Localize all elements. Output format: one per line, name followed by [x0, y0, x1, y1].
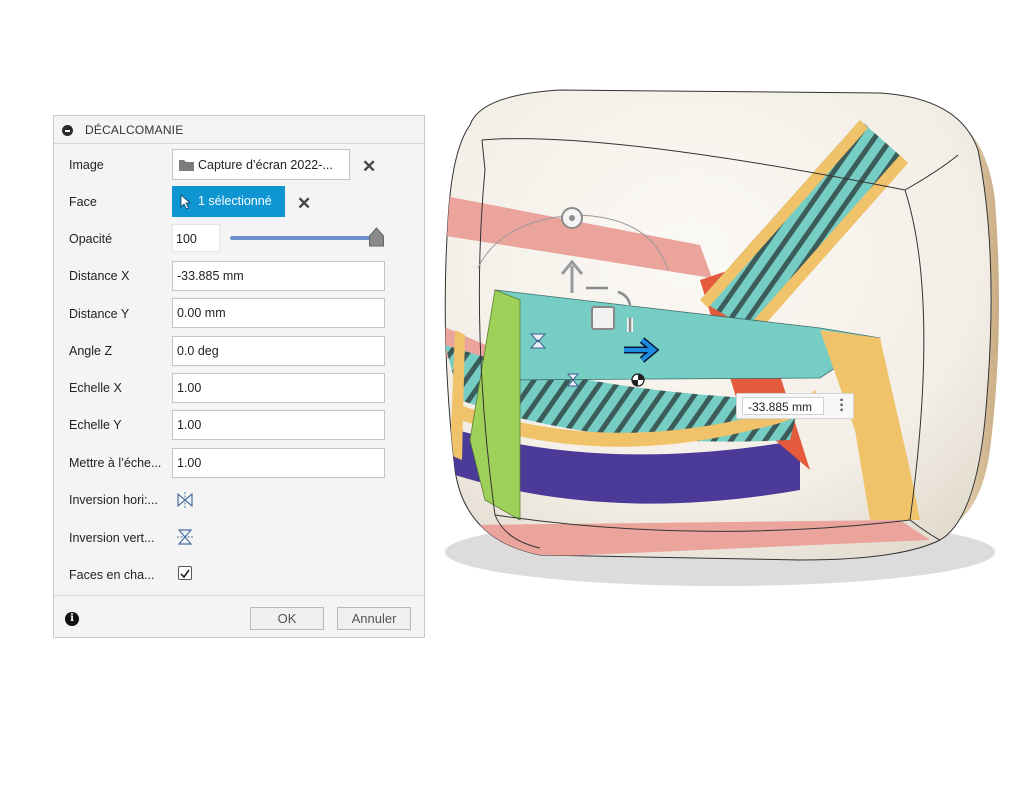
- distance-x-label: Distance X: [69, 269, 130, 283]
- flip-horizontal-label: Inversion hori:...: [69, 493, 158, 507]
- image-label: Image: [69, 158, 104, 172]
- checkmark-icon: [180, 569, 190, 579]
- ok-button[interactable]: OK: [250, 607, 324, 630]
- cancel-button[interactable]: Annuler: [337, 607, 411, 630]
- image-select-field[interactable]: Capture d’écran 2022-...: [172, 149, 350, 180]
- face-selection-text: 1 sélectionné: [198, 194, 272, 208]
- dimension-input-popup: -33.885 mm · · ·: [736, 393, 854, 419]
- opacity-slider-track[interactable]: [230, 236, 378, 240]
- face-selection-button[interactable]: 1 sélectionné: [172, 186, 285, 217]
- scale-y-input[interactable]: 1.00: [172, 410, 385, 440]
- distance-x-input[interactable]: -33.885 mm: [172, 261, 385, 291]
- scale-y-label: Echelle Y: [69, 418, 122, 432]
- dimension-value-field[interactable]: -33.885 mm: [742, 397, 824, 415]
- flip-vertical-label: Inversion vert...: [69, 531, 155, 545]
- fit-scale-input[interactable]: 1.00: [172, 448, 385, 478]
- dialog-header: DÉCALCOMANIE: [54, 116, 424, 144]
- image-filename: Capture d’écran 2022-...: [198, 158, 333, 172]
- flip-vertical-icon[interactable]: [175, 527, 195, 547]
- opacity-label: Opacité: [69, 232, 113, 246]
- opacity-slider-thumb[interactable]: [368, 227, 385, 247]
- distance-y-input[interactable]: 0.00 mm: [172, 298, 385, 328]
- collapse-icon[interactable]: [62, 125, 73, 136]
- decal-dialog: DÉCALCOMANIE Image Capture d’écran 2022-…: [53, 115, 425, 638]
- chain-faces-label: Faces en cha...: [69, 568, 155, 582]
- dialog-title: DÉCALCOMANIE: [85, 123, 184, 137]
- flip-horizontal-icon[interactable]: [175, 490, 195, 510]
- info-icon[interactable]: i: [65, 612, 79, 626]
- fit-scale-label: Mettre à l’éche...: [69, 456, 162, 470]
- face-label: Face: [69, 195, 97, 209]
- distance-y-label: Distance Y: [69, 307, 130, 321]
- chain-faces-checkbox[interactable]: [178, 566, 192, 580]
- clear-face-close-icon[interactable]: ✕: [297, 195, 311, 212]
- dialog-footer: i OK Annuler: [54, 595, 424, 639]
- cursor-icon: [180, 194, 192, 210]
- opacity-input[interactable]: 100: [172, 224, 220, 252]
- angle-z-input[interactable]: 0.0 deg: [172, 336, 385, 366]
- more-options-icon[interactable]: · · ·: [835, 393, 849, 419]
- angle-z-label: Angle Z: [69, 344, 113, 358]
- folder-icon: [179, 160, 194, 171]
- clear-image-close-icon[interactable]: ✕: [362, 158, 376, 175]
- scale-x-input[interactable]: 1.00: [172, 373, 385, 403]
- scale-x-label: Echelle X: [69, 381, 122, 395]
